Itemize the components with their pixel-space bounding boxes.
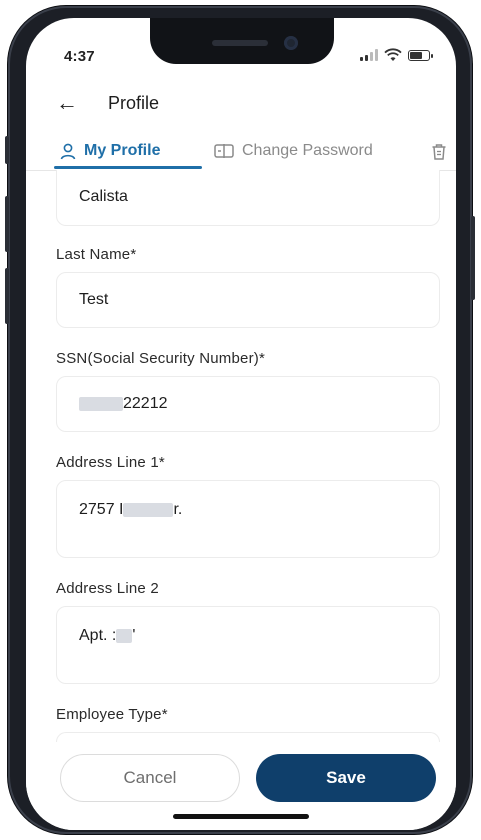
mute-switch [5,136,9,164]
back-arrow-icon[interactable]: ← [56,92,78,114]
address-line-2-label: Address Line 2 [56,580,159,597]
ssn-label: SSN(Social Security Number)* [56,350,265,367]
first-name-value: Calista [79,188,128,205]
cancel-button[interactable]: Cancel [60,754,240,802]
save-button[interactable]: Save [256,754,436,802]
status-time: 4:37 [64,48,95,65]
address-line-1-prefix: 2757 I [79,501,124,518]
wifi-icon [384,48,402,61]
redaction-mask [116,628,133,643]
volume-up-button [5,196,9,252]
power-button [471,216,475,300]
notch [150,18,334,64]
ssn-value: 22212 [79,395,168,413]
password-icon [214,144,234,158]
first-name-field[interactable]: Calista [56,170,440,226]
employee-type-label: Employee Type* [56,706,168,723]
address-line-1-suffix: r. [173,501,183,518]
user-icon [60,143,76,159]
tab-delete[interactable]: D [431,134,456,168]
app-header: ← Profile [56,88,159,118]
app-screen: 4:37 ← Profile My Profile Change Passwor… [26,18,456,830]
address-line-1-label: Address Line 1* [56,454,165,471]
address-line-1-field[interactable]: 2757 I r. [56,480,440,558]
action-bar: Cancel Save [26,742,456,830]
last-name-value: Test [79,291,109,308]
redaction-mask [123,502,174,517]
signal-icon [360,49,378,61]
battery-icon [408,49,433,61]
address-line-2-prefix: Apt. : [79,627,117,644]
home-indicator [173,814,309,819]
address-line-2-suffix: ' [132,627,136,644]
profile-tabs: My Profile Change Password D [26,134,456,171]
status-icons [360,48,433,62]
tab-my-profile[interactable]: My Profile [60,134,160,168]
last-name-field[interactable]: Test [56,272,440,328]
tab-delete-label: D [455,142,456,160]
ssn-visible-digits: 22212 [123,395,168,412]
ssn-field[interactable]: 22212 [56,376,440,432]
tab-change-password[interactable]: Change Password [214,134,373,168]
volume-down-button [5,268,9,324]
address-line-1-value: 2757 I r. [79,501,182,519]
last-name-label: Last Name* [56,246,137,263]
active-tab-indicator [54,166,202,169]
redaction-mask [79,396,123,411]
page-title: Profile [108,92,160,113]
tab-change-password-label: Change Password [242,142,373,159]
trash-icon [432,143,446,160]
speaker [212,40,268,46]
front-camera [284,36,298,50]
address-line-2-field[interactable]: Apt. : ' [56,606,440,684]
address-line-2-value: Apt. : ' [79,627,135,645]
tab-my-profile-label: My Profile [84,142,161,159]
